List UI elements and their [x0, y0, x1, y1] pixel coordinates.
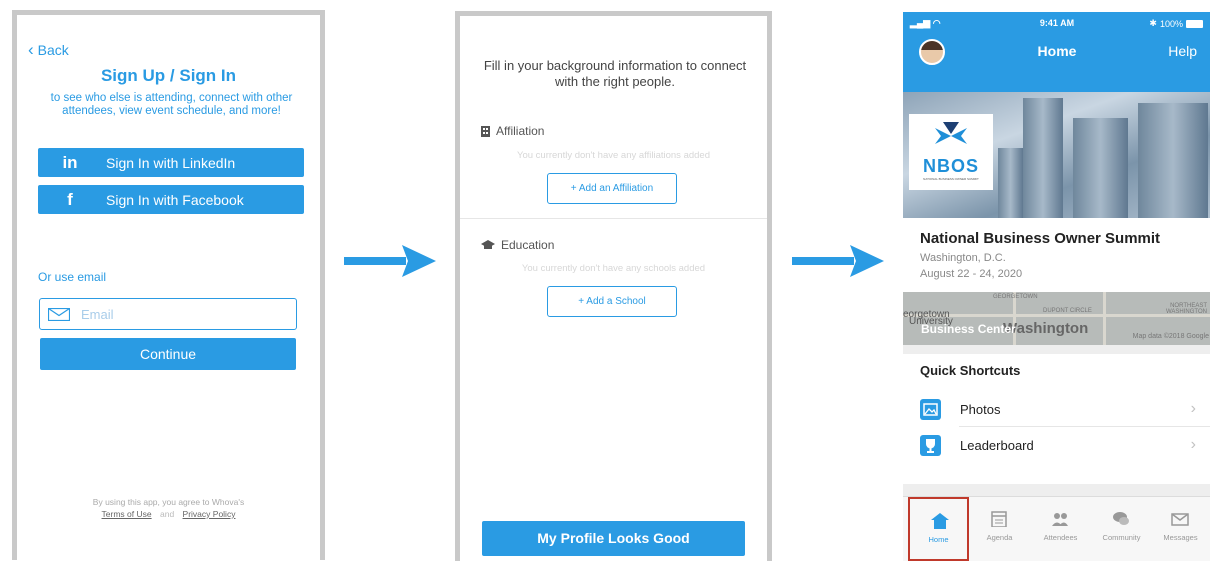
graduation-cap-icon: [481, 240, 495, 249]
privacy-link[interactable]: Privacy Policy: [183, 509, 236, 519]
tab-label: Home: [928, 535, 949, 544]
chevron-left-icon: ‹: [28, 40, 34, 59]
shortcut-photos[interactable]: Photos ›: [903, 391, 1210, 427]
tab-label: Messages: [1163, 533, 1198, 542]
facebook-icon: f: [67, 189, 73, 209]
back-button[interactable]: ‹ Back: [28, 40, 69, 59]
affiliation-section-label: Affiliation: [481, 124, 544, 138]
education-section-label: Education: [481, 238, 554, 252]
tab-agenda[interactable]: Agenda: [969, 497, 1030, 561]
facebook-signin-button[interactable]: f Sign In with Facebook: [38, 185, 304, 214]
background-heading: Fill in your background information to c…: [483, 58, 747, 89]
map-label-northeast: NORTHEAST WASHINGTON: [1165, 303, 1207, 315]
legal-text: By using this app, you agree to Whova's: [92, 497, 245, 507]
status-bar: ▂▄▆ ◠ 9:41 AM ✱ 100%: [903, 12, 1210, 34]
tab-home[interactable]: Home: [908, 497, 969, 561]
education-label: Education: [501, 238, 555, 252]
affiliation-empty-text: You currently don't have any affiliation…: [516, 150, 710, 161]
map-credit: Map data ©2018 Google: [1132, 333, 1209, 340]
battery-icon: [1186, 19, 1203, 28]
logo-text: NBOS: [922, 156, 979, 176]
battery-indicator: ✱ 100%: [1149, 18, 1203, 29]
linkedin-icon: in: [62, 152, 78, 172]
facebook-label: Sign In with Facebook: [106, 191, 244, 208]
tab-attendees[interactable]: Attendees: [1030, 497, 1091, 561]
people-icon: [1052, 513, 1068, 526]
event-home-screen: ▂▄▆ ◠ 9:41 AM ✱ 100% Home Help NBOS NATI…: [903, 12, 1210, 561]
map-label-dupont: DUPONT CIRCLE: [1043, 308, 1092, 314]
terms-link[interactable]: Terms of Use: [102, 509, 152, 519]
add-school-button[interactable]: + Add a School: [547, 286, 677, 317]
chevron-right-icon: ›: [1190, 436, 1196, 453]
tab-label: Community: [1102, 533, 1141, 542]
trophy-icon: [920, 434, 941, 456]
venue-map[interactable]: GEORGETOWN DUPONT CIRCLE NORTHEAST WASHI…: [903, 292, 1210, 345]
and-text: and: [159, 509, 175, 519]
chat-icon: [1113, 512, 1129, 525]
arrow-right-icon: [792, 245, 884, 277]
tab-community[interactable]: Community: [1091, 497, 1152, 561]
email-field[interactable]: Email: [39, 298, 297, 330]
or-email-label: Or use email: [38, 270, 107, 284]
calendar-icon: [991, 511, 1007, 527]
section-divider: [460, 218, 767, 219]
add-affiliation-button[interactable]: + Add an Affiliation: [547, 173, 677, 204]
quick-shortcuts: Quick Shortcuts Photos › Leaderboard ›: [903, 354, 1210, 484]
event-dates: August 22 - 24, 2020: [920, 268, 1023, 280]
continue-button[interactable]: Continue: [40, 338, 296, 370]
map-label-georgetown: GEORGETOWN: [993, 294, 1038, 300]
signin-title: Sign Up / Sign In: [100, 66, 237, 85]
profile-looks-good-button[interactable]: My Profile Looks Good: [482, 521, 745, 556]
building-icon: [481, 125, 490, 137]
tab-label: Agenda: [986, 533, 1013, 542]
linkedin-signin-button[interactable]: in Sign In with LinkedIn: [38, 148, 304, 177]
nav-bar: Home Help: [903, 34, 1210, 92]
email-placeholder: Email: [81, 306, 114, 322]
shortcuts-title: Quick Shortcuts: [920, 363, 1021, 378]
shortcut-label: Leaderboard: [960, 437, 1034, 453]
mail-icon: [1171, 513, 1189, 526]
home-icon: [931, 513, 949, 529]
education-empty-text: You currently don't have any schools add…: [521, 263, 706, 274]
event-title: National Business Owner Summit: [920, 230, 1161, 247]
logo-caption: NATIONAL BUSINESS OWNER SUMMIT: [923, 177, 979, 181]
arrow-right-icon: [344, 245, 436, 277]
background-info-screen: Fill in your background information to c…: [455, 11, 772, 561]
signin-subtitle: to see who else is attending, connect wi…: [50, 92, 293, 117]
legal-notice: By using this app, you agree to Whova's …: [17, 496, 320, 520]
tab-messages[interactable]: Messages: [1150, 497, 1210, 561]
shortcut-leaderboard[interactable]: Leaderboard ›: [903, 427, 1210, 463]
bluetooth-icon: ✱: [1149, 18, 1157, 28]
shortcut-label: Photos: [960, 401, 1001, 417]
map-venue-label: Business Center: [921, 322, 1016, 336]
linkedin-label: Sign In with LinkedIn: [106, 154, 236, 171]
nbos-logo-mark: [935, 122, 967, 144]
tab-label: Attendees: [1043, 533, 1078, 542]
battery-percent: 100%: [1159, 18, 1183, 29]
help-button[interactable]: Help: [1168, 43, 1197, 59]
event-location: Washington, D.C.: [920, 252, 1006, 264]
nav-title: Home: [1037, 43, 1077, 59]
flow-stage: ‹ Back Sign Up / Sign In to see who else…: [0, 0, 1210, 561]
signin-screen: ‹ Back Sign Up / Sign In to see who else…: [12, 10, 325, 560]
event-logo: NBOS NATIONAL BUSINESS OWNER SUMMIT: [909, 114, 993, 190]
event-info: National Business Owner Summit Washingto…: [903, 218, 1210, 292]
envelope-icon: [48, 307, 70, 321]
affiliation-label: Affiliation: [496, 124, 545, 138]
event-banner: NBOS NATIONAL BUSINESS OWNER SUMMIT: [903, 92, 1210, 218]
photo-icon: [920, 398, 941, 420]
chevron-right-icon: ›: [1190, 400, 1196, 417]
back-label: Back: [37, 42, 69, 58]
tab-bar: Home Agenda Attendees Community Messages: [903, 496, 1210, 561]
